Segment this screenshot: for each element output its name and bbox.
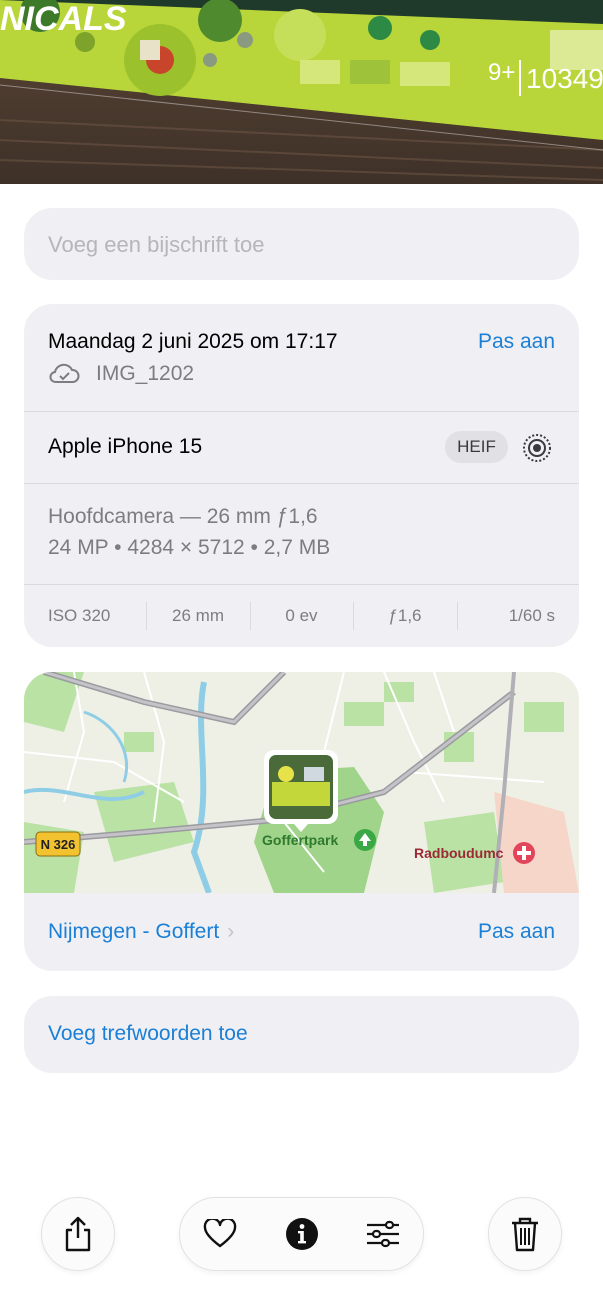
- adjust-button[interactable]: [348, 1198, 418, 1270]
- info-card: Maandag 2 juni 2025 om 17:17 Pas aan IMG…: [24, 304, 579, 647]
- brand-text: NICALS: [0, 0, 127, 38]
- spec-exposure: 0 ev: [249, 602, 353, 630]
- map-image: N 326 Goffertpark Radboudumc: [24, 672, 579, 893]
- spec-focal-length: 26 mm: [146, 602, 249, 630]
- datetime-row: Maandag 2 juni 2025 om 17:17 Pas aan IMG…: [24, 304, 579, 411]
- chevron-right-icon: ›: [227, 920, 235, 943]
- park-label: Goffertpark: [262, 832, 338, 848]
- favorite-button[interactable]: [185, 1198, 255, 1270]
- heart-icon: [203, 1219, 237, 1248]
- share-icon: [65, 1216, 91, 1252]
- device-name: Apple iPhone 15: [48, 435, 203, 458]
- camera-lens: Hoofdcamera — 26 mm ƒ1,6: [48, 505, 318, 528]
- hospital-label: Radboudumc: [414, 845, 504, 861]
- set-number: 10349: [526, 63, 603, 94]
- file-name: IMG_1202: [96, 362, 195, 385]
- location-link[interactable]: Nijmegen - Goffert ›: [48, 920, 234, 944]
- spec-shutter: 1/60 s: [456, 602, 579, 630]
- edit-location-button[interactable]: Pas aan: [478, 920, 555, 944]
- date-time: Maandag 2 juni 2025 om 17:17: [48, 330, 338, 353]
- trash-icon: [512, 1217, 538, 1252]
- photo-preview[interactable]: NICALS 9+ 10349: [0, 0, 603, 184]
- edit-date-button[interactable]: Pas aan: [478, 330, 555, 354]
- divider: [24, 483, 579, 484]
- keywords-card: Voeg trefwoorden toe: [24, 996, 579, 1073]
- info-icon: [286, 1218, 318, 1250]
- live-photo-icon[interactable]: [520, 431, 554, 465]
- add-keywords-button[interactable]: Voeg trefwoorden toe: [48, 1022, 248, 1046]
- location-name: Nijmegen - Goffert: [48, 920, 220, 943]
- caption-input[interactable]: [48, 228, 548, 262]
- road-shield-label: N 326: [41, 837, 76, 852]
- adjust-icon: [367, 1220, 399, 1248]
- map-view[interactable]: N 326 Goffertpark Radboudumc: [24, 672, 579, 893]
- photo-image: NICALS 9+ 10349: [0, 0, 603, 184]
- info-button[interactable]: [267, 1198, 337, 1270]
- format-badge: HEIF: [445, 431, 508, 463]
- exif-specs: ISO 320 26 mm 0 ev ƒ1,6 1/60 s: [24, 585, 579, 647]
- divider: [24, 411, 579, 412]
- share-button[interactable]: [41, 1197, 115, 1271]
- caption-card: [24, 208, 579, 280]
- file-details: 24 MP • 4284 × 5712 • 2,7 MB: [48, 536, 331, 559]
- age-label: 9+: [488, 59, 515, 86]
- location-card: N 326 Goffertpark Radboudumc Nijmegen - …: [24, 672, 579, 971]
- spec-iso: ISO 320: [48, 606, 111, 625]
- icloud-check-icon: [49, 363, 80, 383]
- spec-aperture: ƒ1,6: [353, 602, 456, 630]
- action-pill: [179, 1197, 424, 1271]
- delete-button[interactable]: [488, 1197, 562, 1271]
